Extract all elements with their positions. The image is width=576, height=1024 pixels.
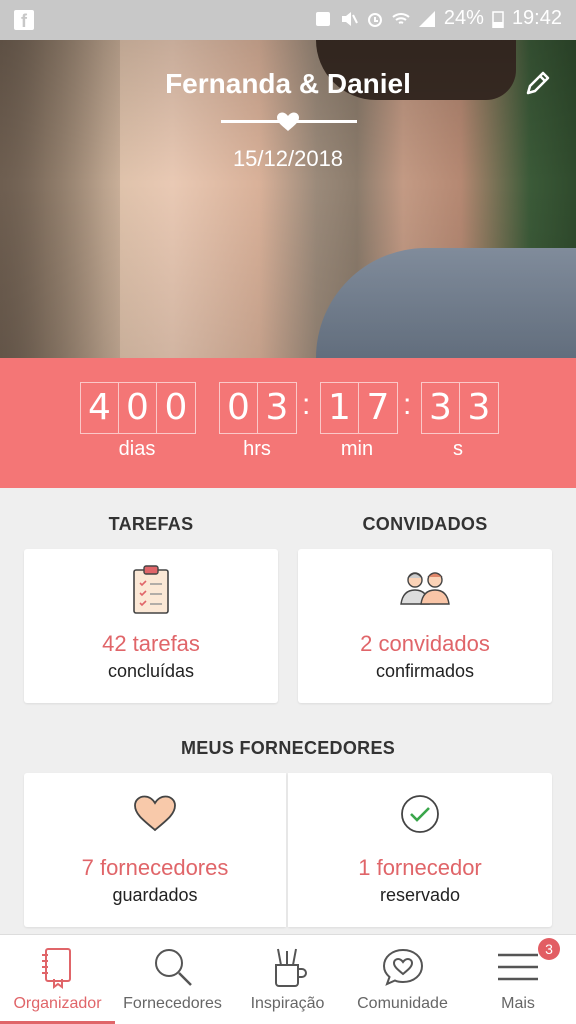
tasks-status: concluídas <box>107 661 195 681</box>
booked-vendors-status: reservado <box>379 885 461 905</box>
minute-digit: 1 <box>321 383 359 433</box>
saved-vendors-card[interactable]: 7 fornecedores guardados <box>24 773 286 927</box>
status-icons: 24% 19:42 <box>314 7 562 30</box>
tasks-card[interactable]: 42 tarefas concluídas <box>24 549 278 703</box>
guests-card[interactable]: 2 convidados confirmados <box>298 549 552 703</box>
bottom-navigation: Organizador Fornecedores Inspiração Comu… <box>0 934 576 1024</box>
clock-time: 19:42 <box>511 7 562 29</box>
hours-digits: 0 3 <box>219 382 297 434</box>
seconds-label: s <box>453 438 463 460</box>
heart-icon <box>277 112 299 131</box>
nav-label: Comunidade <box>357 995 448 1012</box>
minutes-label: min <box>340 438 374 460</box>
hour-digit: 0 <box>220 383 258 433</box>
saved-vendors-status: guardados <box>112 885 198 905</box>
status-bar: f 24% 19:42 <box>0 0 576 40</box>
battery-icon <box>492 10 504 28</box>
alarm-icon <box>367 12 382 27</box>
wifi-icon <box>392 12 410 24</box>
vendors-heading: MEUS FORNECEDORES <box>180 738 396 758</box>
menu-icon <box>498 953 538 981</box>
countdown-banner: 4 0 0 0 3 : 1 7 : 3 3 dias hrs min s <box>0 358 576 488</box>
second-digit: 3 <box>422 383 460 433</box>
nav-label: Inspiração <box>250 995 325 1012</box>
colon-separator: : <box>403 388 412 421</box>
day-digit: 0 <box>164 387 188 428</box>
nav-comunidade[interactable]: Comunidade <box>345 935 460 1024</box>
tasks-heading: TAREFAS <box>108 514 194 534</box>
nav-label: Fornecedores <box>123 995 222 1012</box>
days-label: dias <box>118 438 156 460</box>
facebook-notification-icon: f <box>14 10 34 31</box>
battery-percent: 24% <box>443 7 484 29</box>
minute-digit: 7 <box>366 387 390 428</box>
guests-count: 2 convidados <box>360 631 490 656</box>
couple-name: Fernanda & Daniel <box>165 68 411 99</box>
nav-fornecedores[interactable]: Fornecedores <box>115 935 230 1024</box>
search-icon <box>154 949 192 986</box>
hours-label: hrs <box>243 438 271 460</box>
check-circle-icon <box>401 795 439 833</box>
nav-label: Organizador <box>13 995 102 1012</box>
guests-heading: CONVIDADOS <box>362 514 488 534</box>
days-digits: 4 0 0 <box>80 382 196 434</box>
notification-badge: 3 <box>538 938 560 960</box>
nav-inspiracao[interactable]: Inspiração <box>230 935 345 1024</box>
hour-digit: 3 <box>265 387 289 428</box>
tools-cup-icon <box>274 948 307 987</box>
edit-pencil-icon[interactable] <box>523 68 553 98</box>
tasks-count: 42 tarefas <box>102 631 200 656</box>
wedding-date: 15/12/2018 <box>232 146 344 171</box>
notebook-icon <box>41 948 71 989</box>
day-digit: 4 <box>81 383 119 433</box>
checklist-clipboard-icon <box>133 565 169 614</box>
nav-organizador[interactable]: Organizador <box>0 935 115 1024</box>
booked-vendors-count: 1 fornecedor <box>358 855 482 880</box>
second-digit: 3 <box>467 387 491 428</box>
mute-icon <box>341 11 358 26</box>
colon-separator: : <box>302 388 311 421</box>
seconds-digits: 3 3 <box>421 382 499 434</box>
chat-heart-icon <box>382 948 423 986</box>
notification-icon <box>315 11 330 26</box>
booked-vendors-card[interactable]: 1 fornecedor reservado <box>288 773 552 927</box>
saved-vendors-count: 7 fornecedores <box>81 855 229 880</box>
heart-outline-icon <box>134 795 176 832</box>
guests-couple-icon <box>400 572 450 605</box>
day-digit: 0 <box>119 383 157 433</box>
signal-icon <box>418 10 435 27</box>
minutes-digits: 1 7 <box>320 382 398 434</box>
nav-label: Mais <box>501 995 535 1012</box>
guests-status: confirmados <box>375 661 475 681</box>
